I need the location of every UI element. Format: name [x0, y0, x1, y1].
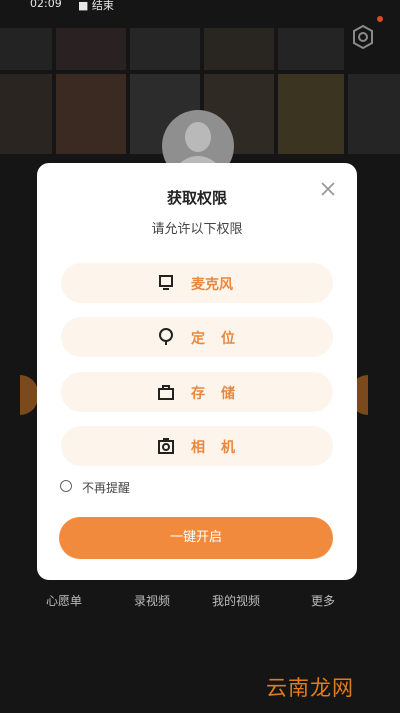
recording-stop-text: 结束	[91, 0, 114, 12]
dont-remind-radio[interactable]	[60, 480, 72, 492]
content-tile	[56, 28, 126, 70]
content-tile	[278, 74, 344, 154]
permission-microphone[interactable]: 麦克风	[61, 263, 333, 303]
permission-storage-label: 存储	[191, 386, 251, 402]
permission-microphone-label: 麦克风	[191, 277, 233, 293]
content-tile	[0, 74, 52, 154]
watermark-logo: 云南龙网	[266, 676, 354, 700]
nav-more[interactable]: 更多	[311, 592, 335, 609]
permission-camera-label: 相机	[191, 440, 251, 456]
status-bar: 02:09 ■ 结束	[0, 0, 400, 14]
enable-all-button[interactable]: 一键开启	[59, 517, 333, 559]
permission-location[interactable]: 定位	[61, 317, 333, 357]
recording-stop-label[interactable]: ■ 结束	[78, 0, 114, 13]
content-tile	[0, 28, 52, 70]
content-tile	[56, 74, 126, 154]
microphone-icon	[159, 275, 173, 290]
close-icon[interactable]	[318, 179, 338, 199]
dont-remind-label: 不再提醒	[82, 481, 131, 495]
nav-my-videos[interactable]: 我的视频	[212, 592, 260, 609]
bottom-nav: 心愿单 录视频 我的视频 更多	[0, 592, 400, 616]
content-tile	[278, 28, 344, 70]
status-time: 02:09	[30, 0, 62, 10]
avatar-head-shape	[185, 122, 211, 152]
permission-location-label: 定位	[191, 331, 251, 347]
permission-storage[interactable]: 存储	[61, 372, 333, 412]
location-icon	[159, 328, 173, 345]
content-tile	[130, 28, 200, 70]
nav-wishlist[interactable]: 心愿单	[46, 592, 82, 609]
notification-dot	[377, 16, 383, 22]
settings-gear-icon[interactable]	[350, 24, 376, 50]
content-tile	[204, 28, 274, 70]
permission-dialog: 获取权限 请允许以下权限 麦克风 定位 存储 相机 不再提醒 一键开启	[37, 163, 357, 580]
dialog-title: 获取权限	[166, 189, 227, 207]
storage-icon	[158, 385, 174, 400]
camera-icon	[158, 438, 174, 454]
side-tab-left	[20, 375, 38, 415]
permission-camera[interactable]: 相机	[61, 426, 333, 466]
dialog-subtitle: 请允许以下权限	[151, 222, 243, 237]
content-tile	[348, 74, 400, 154]
nav-record-video[interactable]: 录视频	[134, 592, 170, 609]
